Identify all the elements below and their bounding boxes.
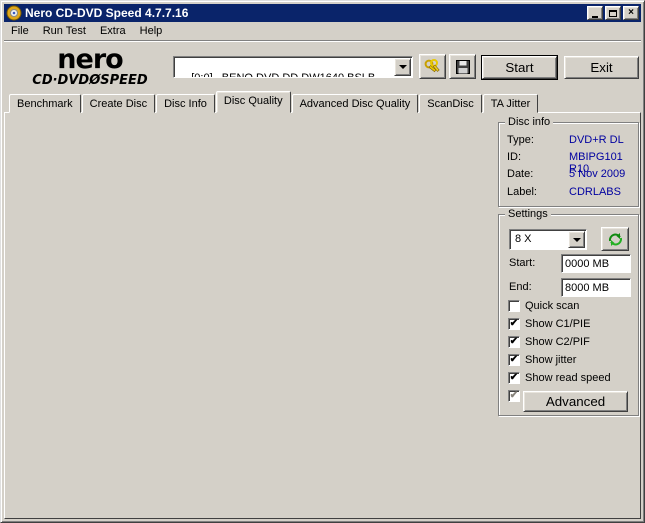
checkbox-quick-scan[interactable]: ✔ Quick scan [508, 299, 579, 313]
checkbox-show-jitter[interactable]: ✔ Show jitter [508, 353, 576, 367]
disc-label-value: CDRLABS [569, 186, 621, 198]
scan-end-label: End: [509, 281, 532, 293]
tab-disc-info[interactable]: Disc Info [156, 94, 215, 113]
tab-scandisc[interactable]: ScanDisc [419, 94, 482, 113]
minimize-icon [592, 15, 598, 18]
scan-start-label: Start: [509, 257, 536, 269]
checkbox-show-c2-pif[interactable]: ✔ Show C2/PIF [508, 335, 590, 349]
speed-selector-dropdown-button[interactable] [568, 231, 585, 248]
check-icon: ✔ [509, 353, 519, 365]
checkbox-show-c1-pie[interactable]: ✔ Show C1/PIE [508, 317, 590, 331]
minimize-button[interactable] [587, 6, 603, 20]
drive-selector[interactable]: [0:0] BENQ DVD DD DW1640 BSLB [173, 56, 413, 78]
tab-bar: Benchmark Create Disc Disc Info Disc Qua… [9, 91, 539, 113]
keys-icon [424, 58, 440, 72]
maximize-button[interactable] [605, 6, 621, 20]
check-icon: ✔ [509, 317, 519, 329]
settings-title: Settings [505, 208, 551, 220]
checkbox-label: Show jitter [525, 354, 577, 366]
checkbox-label: Show C2/PIF [525, 336, 590, 348]
start-button[interactable]: Start [482, 56, 557, 79]
tab-benchmark[interactable]: Benchmark [9, 94, 81, 113]
tab-create-disc[interactable]: Create Disc [81, 94, 156, 113]
speed-selector[interactable]: 8 X [509, 229, 587, 250]
app-icon [6, 5, 22, 21]
drive-selector-dropdown-button[interactable] [394, 58, 411, 76]
disc-info-row-id: ID: MBIPG101 R10 [507, 151, 632, 175]
nero-logo-line2: CD·DVDØSPEED [32, 73, 148, 88]
title-bar: Nero CD-DVD Speed 4.7.7.16 × [4, 4, 641, 22]
disc-type-label: Type: [507, 134, 534, 146]
checkbox-box: ✔ [508, 390, 520, 402]
disc-date-label: Date: [507, 168, 534, 180]
disc-info-row-label: Label: CDRLABS [507, 186, 632, 201]
close-button[interactable]: × [623, 6, 639, 20]
menu-help[interactable]: Help [133, 23, 170, 39]
disc-info-row-type: Type: DVD+R DL [507, 134, 632, 149]
drive-selector-value: [0:0] BENQ DVD DD DW1640 BSLB [191, 72, 376, 78]
checkbox-label: Quick scan [525, 300, 580, 312]
scan-end-input[interactable] [561, 278, 631, 297]
checkbox-box: ✔ [508, 300, 520, 312]
disc-date-value: 5 Nov 2009 [569, 168, 626, 180]
advanced-button[interactable]: Advanced [523, 391, 628, 412]
disc-type-value: DVD+R DL [569, 134, 624, 146]
menu-file[interactable]: File [4, 23, 36, 39]
check-icon: ✔ [509, 371, 519, 383]
save-button[interactable] [449, 54, 476, 79]
disc-id-label: ID: [507, 151, 522, 163]
settings-panel: Settings 8 X Start: End: ✔ Quick scan ✔ … [498, 208, 639, 416]
checkbox-label: Show read speed [525, 372, 611, 384]
app-window: Nero CD-DVD Speed 4.7.7.16 × File Run Te… [0, 0, 645, 523]
tab-disc-quality[interactable]: Disc Quality [215, 91, 291, 113]
menu-run-test[interactable]: Run Test [36, 23, 93, 39]
scan-start-input[interactable] [561, 254, 631, 273]
checkbox-box: ✔ [508, 372, 520, 384]
tab-ta-jitter[interactable]: TA Jitter [482, 94, 539, 113]
checkbox-box: ✔ [508, 318, 520, 330]
speed-selector-value: 8 X [515, 233, 532, 245]
check-icon: ✔ [509, 335, 519, 347]
tab-advanced-disc-quality[interactable]: Advanced Disc Quality [291, 94, 419, 113]
chevron-down-icon [398, 65, 407, 69]
checkbox-box: ✔ [508, 336, 520, 348]
refresh-button[interactable] [601, 227, 629, 251]
disc-info-row-date: Date: 5 Nov 2009 [507, 168, 632, 183]
checkbox-box: ✔ [508, 354, 520, 366]
refresh-icon [608, 232, 622, 246]
exit-button[interactable]: Exit [564, 56, 639, 79]
nero-logo-line1: nero [57, 44, 123, 75]
menu-bar: File Run Test Extra Help [4, 22, 641, 41]
chevron-down-icon [572, 237, 581, 242]
disc-info-title: Disc info [505, 116, 554, 128]
disc-label-label: Label: [507, 186, 537, 198]
close-icon: × [628, 7, 634, 18]
eject-keys-button[interactable] [419, 54, 446, 79]
menu-extra[interactable]: Extra [93, 23, 133, 39]
maximize-icon [609, 9, 617, 17]
checkbox-show-read-speed[interactable]: ✔ Show read speed [508, 371, 611, 385]
checkbox-label: Show C1/PIE [525, 318, 591, 330]
nero-logo: nero CD·DVDØSPEED [15, 46, 165, 87]
window-title: Nero CD-DVD Speed 4.7.7.16 [25, 6, 189, 20]
disc-info-panel: Disc info Type: DVD+R DL ID: MBIPG101 R1… [498, 116, 639, 207]
save-floppy-icon [455, 59, 470, 74]
check-icon: ✔ [509, 389, 519, 401]
